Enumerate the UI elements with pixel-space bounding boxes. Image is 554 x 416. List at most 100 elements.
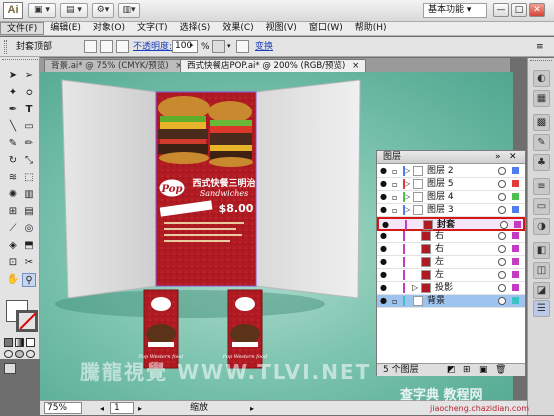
live-paint-tool-icon[interactable]: ◈ <box>6 239 20 253</box>
visibility-eye-icon[interactable]: ● <box>380 232 389 240</box>
lock-icon[interactable] <box>392 257 400 267</box>
menu-file[interactable]: 文件(F) <box>0 22 45 35</box>
artboard-tool-icon[interactable]: ⊡ <box>6 256 20 270</box>
color-panel-icon[interactable]: ◐ <box>533 70 550 87</box>
hand-tool-icon[interactable]: ✋ <box>6 273 20 287</box>
arrange-documents-button[interactable]: ▤ ▾ <box>60 3 88 18</box>
visibility-eye-icon[interactable]: ● <box>380 206 389 214</box>
restore-button[interactable]: □ <box>511 3 527 17</box>
type-tool-icon[interactable]: T <box>22 103 36 117</box>
edit-envelope-icon[interactable] <box>84 40 97 53</box>
symbol-sprayer-tool-icon[interactable]: ✺ <box>6 188 20 202</box>
layer-row[interactable]: ● ▫ ▷ 图层 3 <box>377 204 525 217</box>
layer-row[interactable]: ● ▫ ▷ 图层 2 <box>377 165 525 178</box>
target-circle-icon[interactable] <box>498 232 506 240</box>
target-circle-icon[interactable] <box>498 297 506 305</box>
artboard-number-input[interactable]: 1 <box>110 402 134 414</box>
layer-row[interactable]: ● ▫ ▷ 图层 4 <box>377 191 525 204</box>
target-circle-icon[interactable] <box>498 206 506 214</box>
target-circle-icon[interactable] <box>498 284 506 292</box>
scale-tool-icon[interactable]: ⤡ <box>22 154 36 168</box>
panel-menu-icon[interactable]: ≡ <box>536 42 544 52</box>
lock-icon[interactable]: ▫ <box>392 179 400 189</box>
rectangle-tool-icon[interactable]: ▭ <box>22 120 36 134</box>
tab-close-icon[interactable]: × <box>352 61 359 71</box>
envelope-options-icon[interactable] <box>116 40 129 53</box>
opacity-link[interactable]: 不透明度: <box>133 41 172 53</box>
status-menu-icon[interactable]: ▸ <box>250 402 254 416</box>
target-circle-icon[interactable] <box>498 258 506 266</box>
rotate-tool-icon[interactable]: ↻ <box>6 154 20 168</box>
stroke-panel-icon[interactable]: ≡ <box>533 178 550 195</box>
toolbar-grip[interactable] <box>2 59 38 63</box>
paintbrush-tool-icon[interactable]: ✎ <box>6 137 20 151</box>
lock-icon[interactable] <box>392 231 400 241</box>
visibility-eye-icon[interactable]: ● <box>380 180 389 188</box>
visibility-eye-icon[interactable]: ● <box>380 245 389 253</box>
edit-contents-icon[interactable] <box>100 40 113 53</box>
layer-row[interactable]: ● 右 <box>377 230 525 243</box>
target-circle-icon[interactable] <box>498 180 506 188</box>
pencil-tool-icon[interactable]: ✏ <box>22 137 36 151</box>
layer-row[interactable]: ● 封套 <box>377 217 525 231</box>
mesh-tool-icon[interactable]: ⊞ <box>6 205 20 219</box>
swatches-panel-icon[interactable]: ▩ <box>533 114 550 131</box>
transparency-panel-icon[interactable]: ◑ <box>533 218 550 235</box>
brushes-panel-icon[interactable]: ✎ <box>533 134 550 151</box>
graph-tool-icon[interactable]: ▥ <box>22 188 36 202</box>
warp-tool-icon[interactable]: ≋ <box>6 171 20 185</box>
target-circle-icon[interactable] <box>498 193 506 201</box>
menu-object[interactable]: 对象(O) <box>87 22 131 35</box>
layer-row[interactable]: ● ▫ 背景 <box>377 295 525 308</box>
layers-panel-icon[interactable]: ☰ <box>533 300 550 317</box>
line-tool-icon[interactable]: ╲ <box>6 120 20 134</box>
draw-behind-icon[interactable] <box>15 350 24 358</box>
transform-link[interactable]: 变换 <box>255 41 273 53</box>
layers-panel-header[interactable]: 图层 » ✕ <box>377 151 525 164</box>
stroke-swatch[interactable] <box>16 310 38 332</box>
screen-mode-icon[interactable] <box>4 363 16 374</box>
settings-button[interactable]: ⚙▾ <box>92 3 114 18</box>
opacity-input[interactable]: 100 <box>172 40 198 53</box>
pen-tool-icon[interactable]: ✒ <box>6 103 20 117</box>
color-mode-icon[interactable] <box>4 338 13 347</box>
draw-normal-icon[interactable] <box>4 350 13 358</box>
visibility-eye-icon[interactable]: ● <box>380 297 389 305</box>
menu-edit[interactable]: 编辑(E) <box>44 22 87 35</box>
blend-tool-icon[interactable]: ◎ <box>22 222 36 236</box>
layer-row[interactable]: ● ▫ ▷ 图层 5 <box>377 178 525 191</box>
lock-icon[interactable]: ▫ <box>392 296 400 306</box>
visibility-eye-icon[interactable]: ● <box>380 258 389 266</box>
grip-handle[interactable] <box>4 40 7 54</box>
color-guide-icon[interactable]: ▦ <box>533 90 550 107</box>
direct-selection-tool-icon[interactable]: ➢ <box>22 69 36 83</box>
gradient-tool-icon[interactable]: ▤ <box>22 205 36 219</box>
close-button[interactable]: ✕ <box>529 3 545 17</box>
menu-effect[interactable]: 效果(C) <box>216 22 259 35</box>
magic-wand-tool-icon[interactable]: ✦ <box>6 86 20 100</box>
menu-window[interactable]: 窗口(W) <box>303 22 349 35</box>
selection-tool-icon[interactable]: ➤ <box>6 69 20 83</box>
expand-triangle-icon[interactable]: ▷ <box>412 282 418 294</box>
menu-select[interactable]: 选择(S) <box>174 22 217 35</box>
next-artboard-icon[interactable]: ▸ <box>138 402 142 416</box>
reference-dropdown-icon[interactable]: ▾ <box>227 42 231 50</box>
target-circle-icon[interactable] <box>498 271 506 279</box>
target-circle-icon[interactable] <box>500 221 508 229</box>
graphic-styles-icon[interactable]: ◫ <box>533 262 550 279</box>
gradient-panel-icon[interactable]: ▭ <box>533 198 550 215</box>
lock-icon[interactable] <box>392 244 400 254</box>
live-paint-selection-tool-icon[interactable]: ⬒ <box>22 239 36 253</box>
collapse-panel-icon[interactable]: » <box>495 151 501 163</box>
layer-row[interactable]: ● 右 <box>377 243 525 256</box>
free-transform-tool-icon[interactable]: ⬚ <box>22 171 36 185</box>
symbols-panel-icon[interactable]: ♣ <box>533 154 550 171</box>
layer-row[interactable]: ● 左 <box>377 256 525 269</box>
visibility-eye-icon[interactable]: ● <box>380 167 389 175</box>
lock-icon[interactable]: ▫ <box>392 166 400 176</box>
workspace-switcher[interactable]: 基本功能 ▾ <box>423 3 487 18</box>
visibility-eye-icon[interactable]: ● <box>380 271 389 279</box>
visibility-eye-icon[interactable]: ● <box>382 221 391 229</box>
none-mode-icon[interactable] <box>26 338 35 347</box>
zoom-tool-icon[interactable]: ⚲ <box>22 273 36 287</box>
